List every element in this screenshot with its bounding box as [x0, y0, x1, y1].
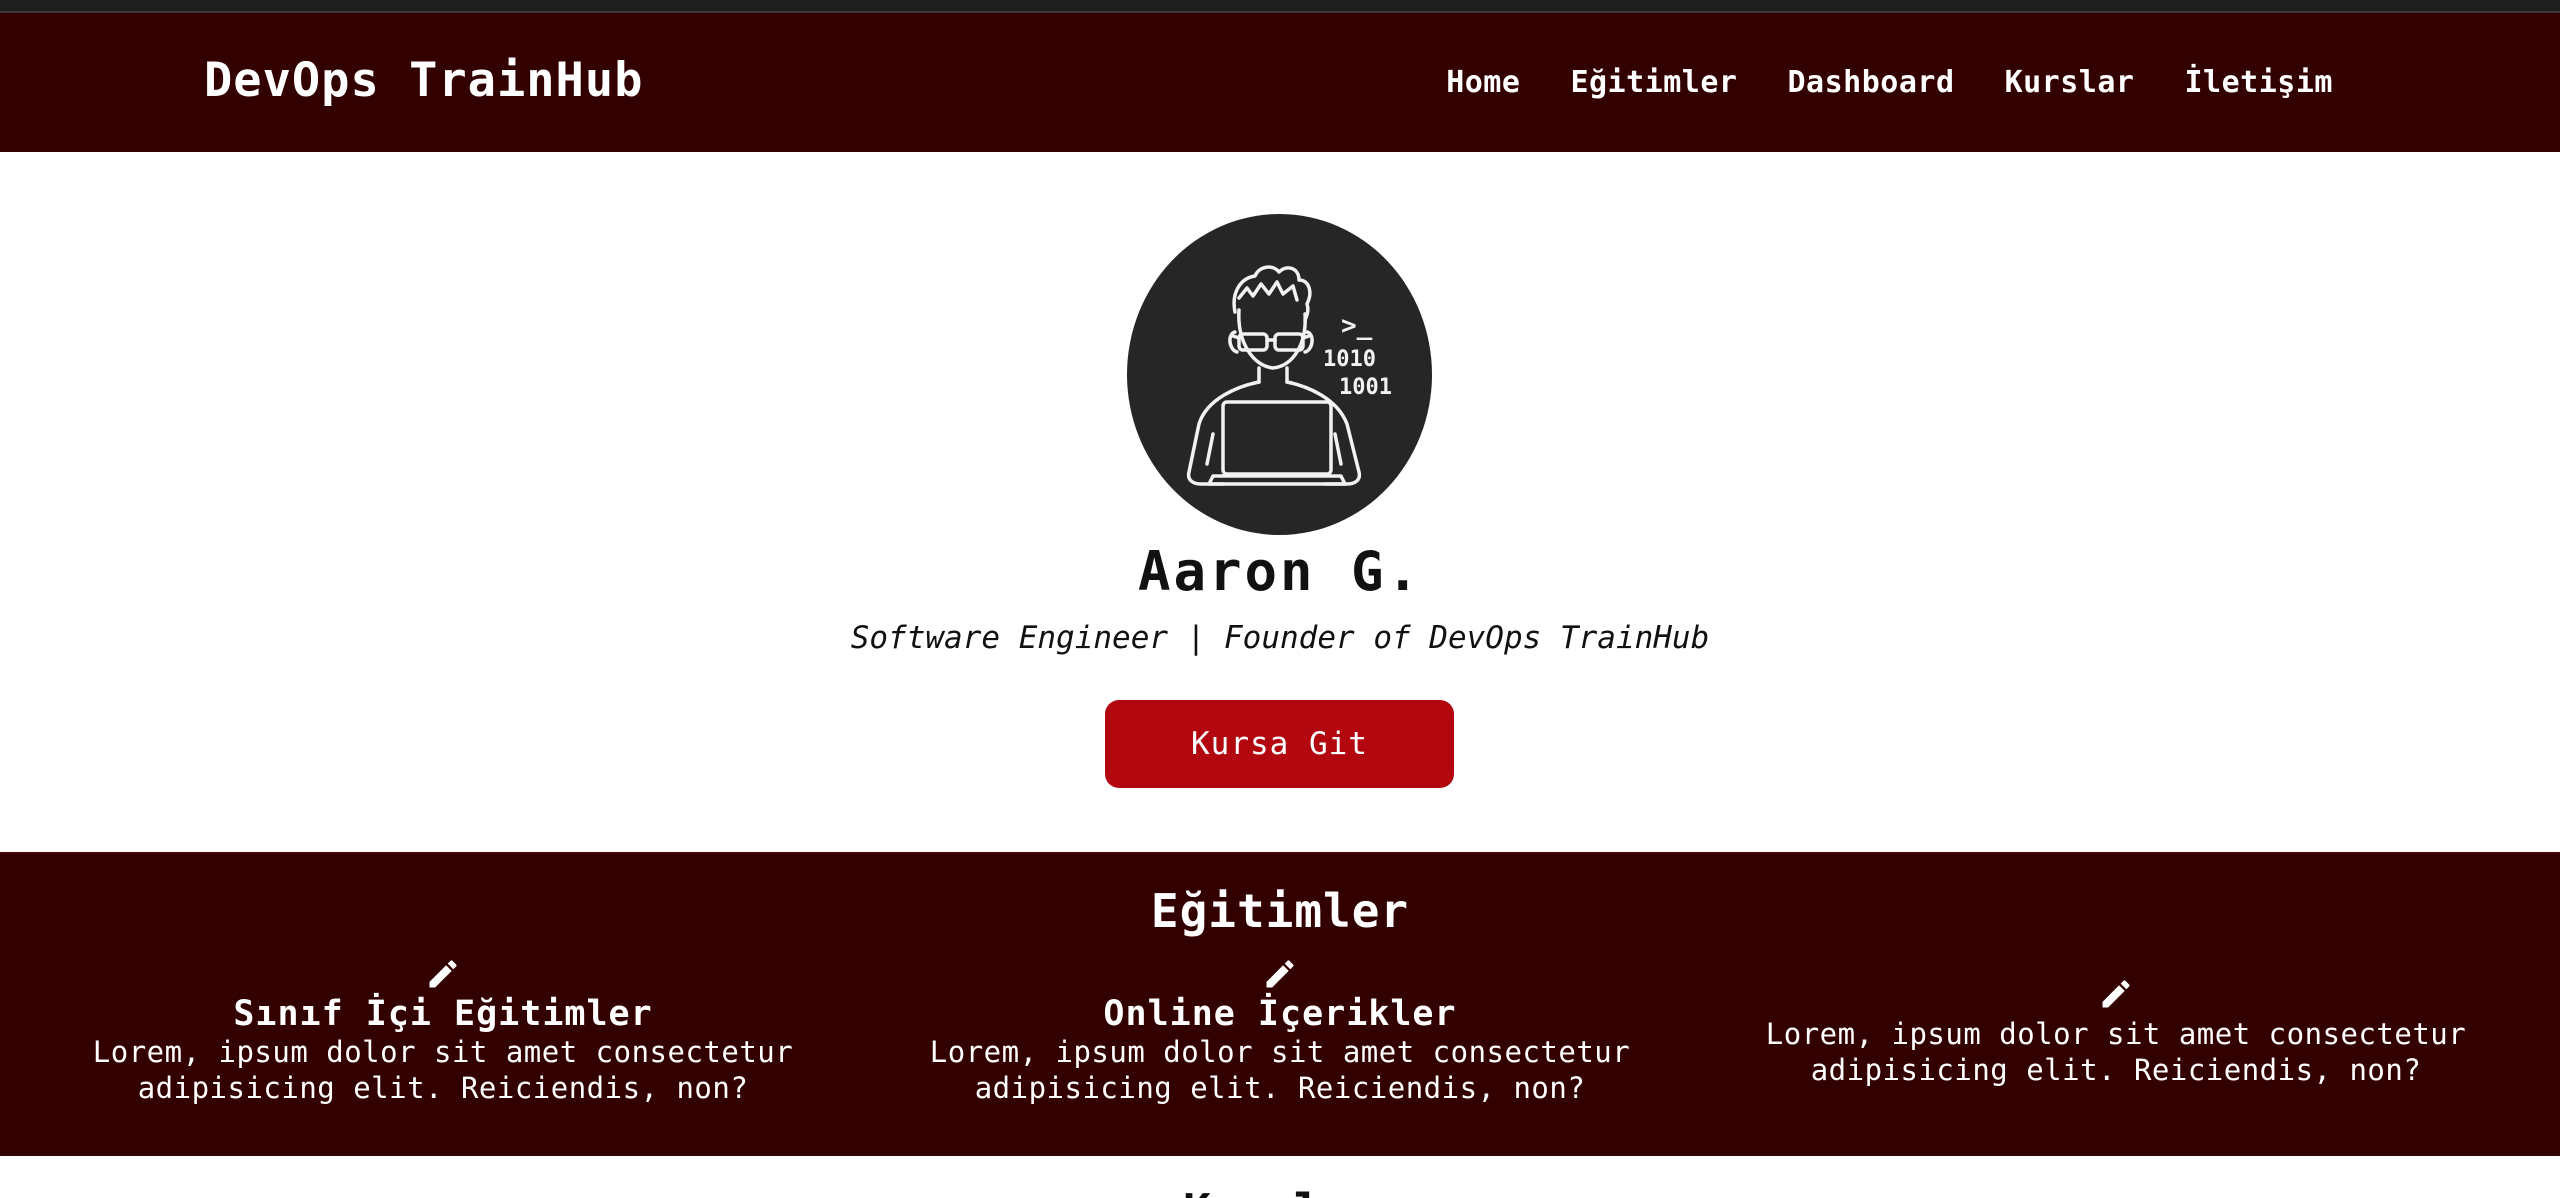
nav-kurslar[interactable]: Kurslar [2005, 65, 2135, 100]
nav-egitimler[interactable]: Eğitimler [1570, 65, 1737, 100]
feature-title: Sınıf İçi Eğitimler [233, 994, 653, 1034]
hero-section: >_ 1010 1001 Aaron G. Software Engineer … [0, 152, 2560, 852]
feature-card-online: Online İçerikler Lorem, ipsum dolor sit … [862, 956, 1698, 1106]
profile-name: Aaron G. [1137, 540, 1423, 603]
main-nav: Home Eğitimler Dashboard Kurslar İletişi… [1446, 65, 2333, 100]
pencil-icon [2102, 980, 2130, 1008]
feature-card-sinif: Sınıf İçi Eğitimler Lorem, ipsum dolor s… [25, 956, 861, 1106]
developer-laptop-illustration-icon: >_ 1010 1001 [1186, 265, 1392, 486]
features-section: Eğitimler Sınıf İçi Eğitimler Lorem, ips… [0, 852, 2560, 1156]
nav-dashboard[interactable]: Dashboard [1788, 65, 1955, 100]
feature-card-third: Lorem, ipsum dolor sit amet consectetur … [1698, 976, 2534, 1088]
navbar: DevOps TrainHub Home Eğitimler Dashboard… [0, 13, 2560, 152]
feature-title: Online İçerikler [1103, 994, 1457, 1034]
svg-text:>_: >_ [1341, 311, 1373, 341]
next-section: Kurslar [0, 1156, 2560, 1198]
kursa-git-button[interactable]: Kursa Git [1105, 700, 1454, 788]
svg-text:1010: 1010 [1323, 347, 1376, 372]
feature-text: Lorem, ipsum dolor sit amet consectetur … [929, 1035, 1631, 1105]
next-section-title: Kurslar [0, 1184, 2560, 1198]
profile-subtitle: Software Engineer | Founder of DevOps Tr… [850, 620, 1710, 656]
svg-text:1001: 1001 [1339, 375, 1392, 400]
pencil-icon [1266, 960, 1294, 988]
feature-text: Lorem, ipsum dolor sit amet consectetur … [92, 1035, 794, 1105]
nav-home[interactable]: Home [1446, 65, 1520, 100]
feature-text: Lorem, ipsum dolor sit amet consectetur … [1765, 1017, 2467, 1087]
features-title: Eğitimler [1150, 884, 1410, 938]
browser-top-strip [0, 0, 2560, 13]
pencil-icon [429, 960, 457, 988]
nav-iletisim[interactable]: İletişim [2185, 65, 2334, 100]
brand-logo[interactable]: DevOps TrainHub [204, 53, 643, 108]
avatar: >_ 1010 1001 [1127, 214, 1432, 535]
